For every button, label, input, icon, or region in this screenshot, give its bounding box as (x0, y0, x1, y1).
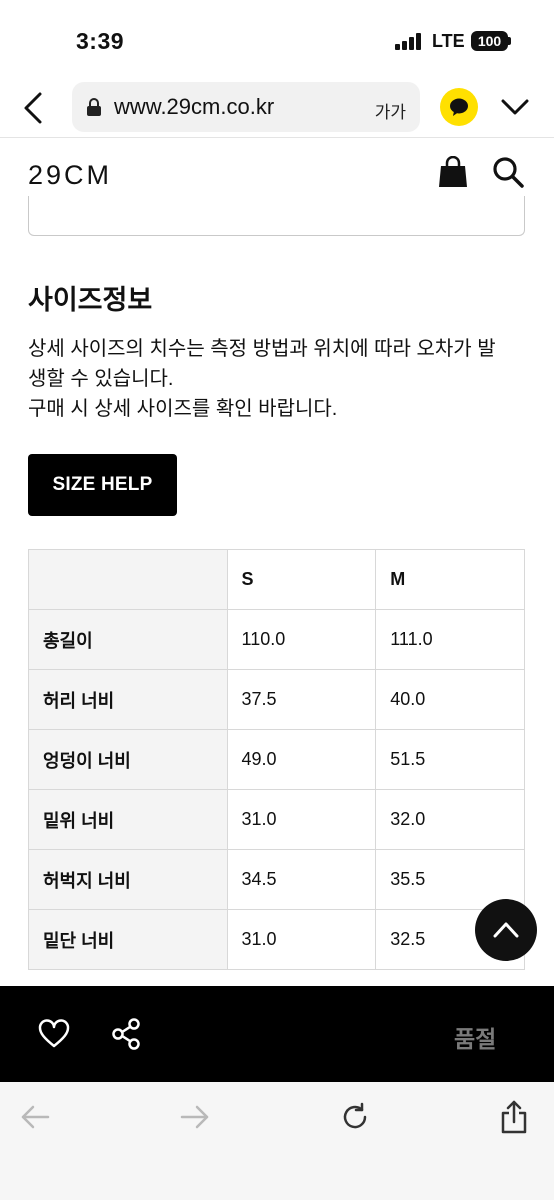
row-label: 밑위 너비 (28, 789, 228, 850)
heart-icon[interactable] (38, 1019, 70, 1049)
action-bar: 품절 (0, 986, 554, 1082)
table-row: 밑위 너비 31.0 32.0 (28, 789, 525, 850)
browser-toolbar (0, 1082, 554, 1200)
table-header-row: S M (28, 549, 525, 610)
carrier-label: LTE (432, 31, 465, 51)
share-icon[interactable] (111, 1018, 141, 1050)
table-row: 허리 너비 37.5 40.0 (28, 669, 525, 730)
table-cell: 49.0 (226, 729, 377, 790)
option-select-box[interactable] (28, 196, 525, 236)
description-line: 구매 시 상세 사이즈를 확인 바랍니다. (28, 398, 338, 420)
row-label: 허리 너비 (28, 669, 228, 730)
kakaotalk-icon (450, 98, 468, 116)
chevron-down-icon[interactable] (500, 94, 530, 120)
status-bar: 3:39 LTE 100 (0, 0, 554, 80)
back-arrow-icon[interactable] (20, 1104, 50, 1130)
description-line: 생할 수 있습니다. (28, 368, 174, 390)
forward-arrow-icon[interactable] (180, 1104, 210, 1130)
back-chevron-icon[interactable] (18, 88, 50, 128)
status-time: 3:39 (76, 28, 125, 54)
signal-icon (395, 33, 423, 50)
size-table: S M 총길이 110.0 111.0 허리 너비 37.5 40.0 엉덩이 … (28, 549, 525, 970)
row-label: 허벅지 너비 (28, 849, 228, 910)
arrow-up-icon (493, 922, 519, 938)
table-header-cell (28, 549, 228, 610)
table-row: 총길이 110.0 111.0 (28, 609, 525, 670)
search-icon[interactable] (492, 156, 524, 188)
battery-icon: 100 (471, 31, 508, 51)
row-label: 밑단 너비 (28, 909, 228, 970)
table-cell: 31.0 (226, 909, 377, 970)
row-label: 총길이 (28, 609, 228, 670)
row-label: 엉덩이 너비 (28, 729, 228, 790)
lock-icon (87, 98, 101, 116)
site-logo[interactable]: 29CM (28, 160, 112, 191)
table-cell: 51.5 (375, 729, 525, 790)
browser-bar: www.29cm.co.kr 가가 (0, 80, 554, 138)
table-cell: 110.0 (226, 609, 377, 670)
table-cell: 32.0 (375, 789, 525, 850)
table-cell: 40.0 (375, 669, 525, 730)
size-description: 상세 사이즈의 치수는 측정 방법과 위치에 따라 오차가 발 생할 수 있습니… (28, 334, 528, 424)
table-row: 허벅지 너비 34.5 35.5 (28, 849, 525, 910)
section-title: 사이즈정보 (28, 285, 153, 315)
kakaotalk-button[interactable] (440, 88, 478, 126)
bag-icon[interactable] (438, 156, 468, 188)
table-header-cell: M (375, 549, 525, 610)
scroll-top-button[interactable] (475, 899, 537, 961)
text-size-button[interactable]: 가가 (375, 98, 406, 123)
table-header-cell: S (226, 549, 377, 610)
table-row: 밑단 너비 31.0 32.5 (28, 909, 525, 970)
table-cell: 37.5 (226, 669, 377, 730)
reload-icon[interactable] (340, 1102, 370, 1132)
table-row: 엉덩이 너비 49.0 51.5 (28, 729, 525, 790)
table-cell: 34.5 (226, 849, 377, 910)
share-box-icon[interactable] (499, 1100, 529, 1134)
table-cell: 111.0 (375, 609, 525, 670)
size-help-button[interactable]: SIZE HELP (28, 454, 177, 516)
table-cell: 31.0 (226, 789, 377, 850)
url-text: www.29cm.co.kr (114, 94, 275, 119)
address-bar[interactable]: www.29cm.co.kr 가가 (72, 82, 420, 132)
battery-tip (508, 37, 511, 45)
description-line: 상세 사이즈의 치수는 측정 방법과 위치에 따라 오차가 발 (28, 338, 496, 360)
soldout-label: 품절 (454, 1026, 497, 1052)
